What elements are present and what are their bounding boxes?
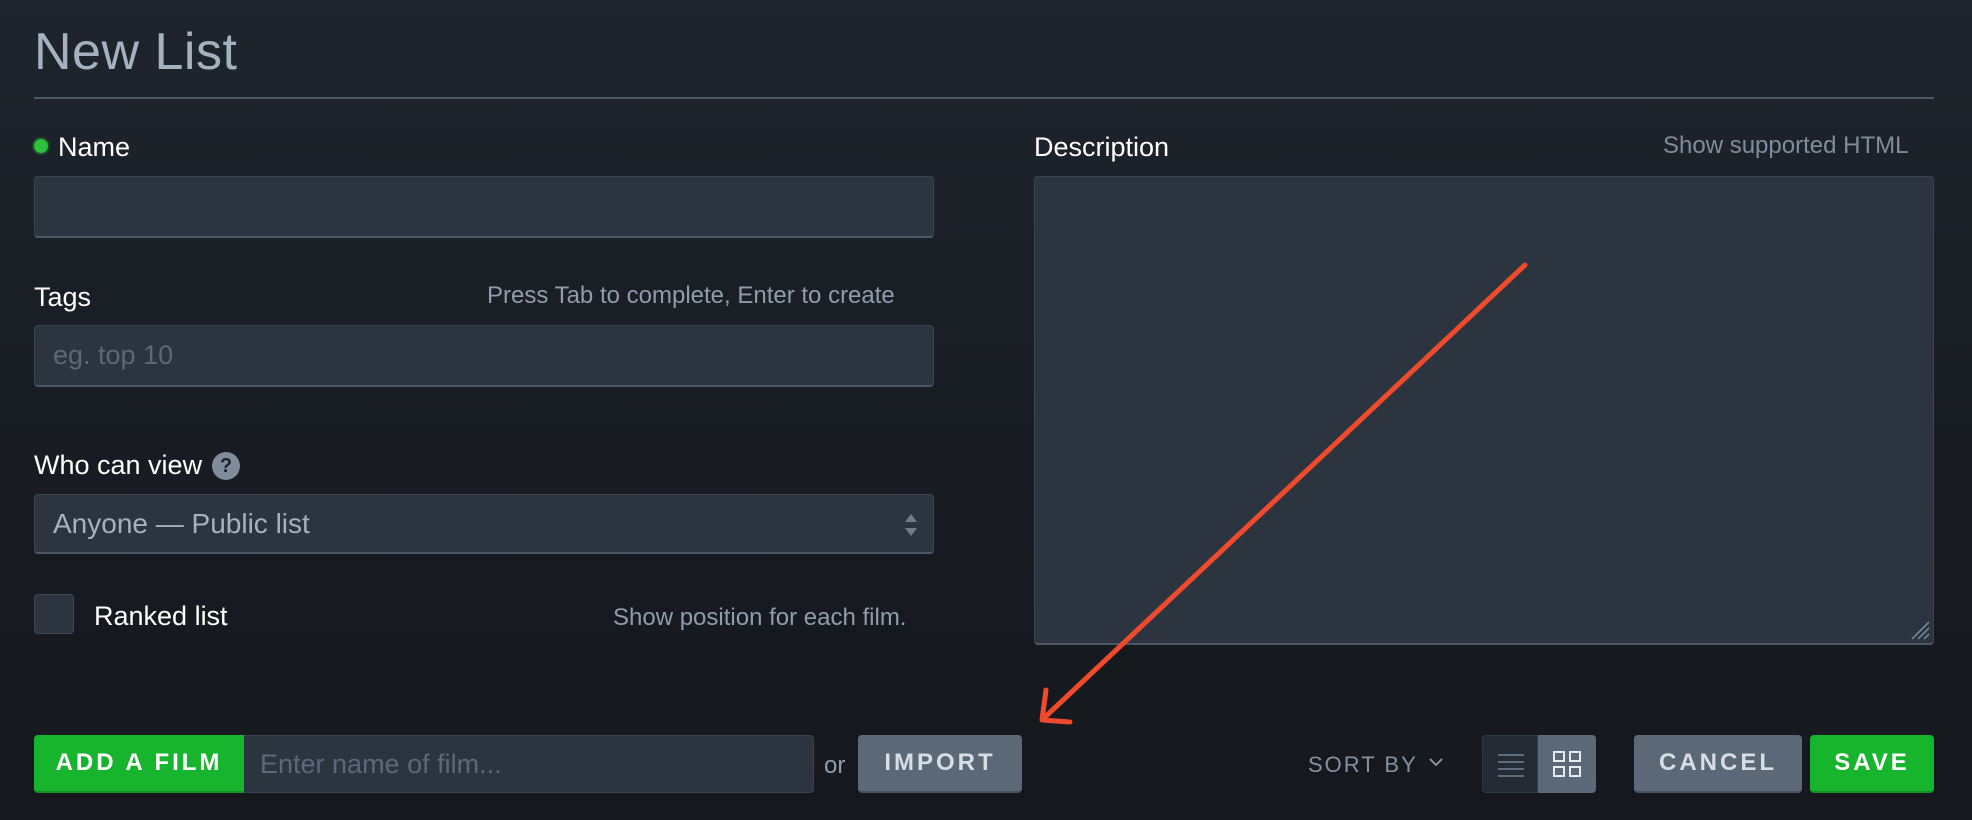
- page-title: New List: [34, 23, 238, 81]
- description-label: Description: [1034, 132, 1170, 162]
- required-indicator-icon: [34, 139, 48, 153]
- name-input[interactable]: [34, 176, 934, 238]
- or-text: or: [824, 752, 846, 779]
- new-list-page: New List Name Tags Press Tab to complete…: [0, 0, 1972, 820]
- tags-hint: Press Tab to complete, Enter to create: [487, 282, 895, 309]
- import-button[interactable]: IMPORT: [858, 735, 1022, 793]
- cancel-button[interactable]: CANCEL: [1634, 735, 1802, 793]
- grid-view-icon: [1553, 751, 1581, 777]
- save-button[interactable]: SAVE: [1810, 735, 1934, 793]
- visibility-label: Who can view: [34, 450, 203, 480]
- add-film-button[interactable]: ADD A FILM: [34, 735, 244, 793]
- grid-view-button[interactable]: [1538, 735, 1596, 793]
- visibility-select[interactable]: Anyone — Public list: [34, 494, 934, 554]
- tags-label: Tags: [34, 282, 92, 312]
- name-label: Name: [58, 132, 131, 162]
- list-view-icon: [1498, 754, 1524, 777]
- tags-input[interactable]: [34, 325, 934, 387]
- title-divider: [34, 97, 1934, 99]
- sort-by-dropdown[interactable]: SORT BY: [1308, 752, 1418, 778]
- show-supported-html-link[interactable]: Show supported HTML: [1663, 132, 1908, 160]
- help-icon[interactable]: ?: [212, 452, 240, 480]
- select-arrows-icon: [905, 514, 917, 536]
- chevron-down-icon[interactable]: [1428, 756, 1444, 768]
- ranked-list-checkbox[interactable]: [34, 594, 74, 634]
- list-view-button[interactable]: [1482, 735, 1538, 793]
- film-search-input[interactable]: [244, 735, 814, 793]
- ranked-list-hint: Show position for each film.: [613, 604, 907, 631]
- description-textarea[interactable]: [1034, 176, 1934, 645]
- visibility-selected-value: Anyone — Public list: [53, 507, 310, 539]
- ranked-list-label: Ranked list: [94, 601, 228, 631]
- resize-grip-icon[interactable]: [1908, 618, 1930, 640]
